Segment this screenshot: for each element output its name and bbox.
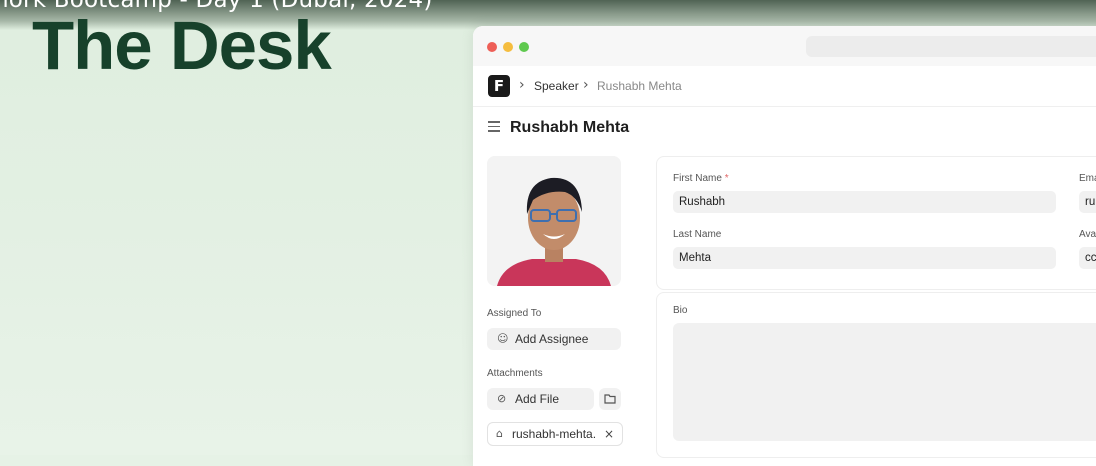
bio-label: Bio xyxy=(673,305,688,316)
app-logo[interactable]: F xyxy=(488,75,510,97)
maximize-window-button[interactable] xyxy=(519,42,529,52)
bio-section: Bio xyxy=(656,292,1096,458)
hamburger-menu-icon[interactable] xyxy=(488,121,500,132)
add-file-label: Add File xyxy=(515,392,560,406)
breadcrumb-speaker[interactable]: Speaker xyxy=(534,79,579,93)
avatar-label: Ava xyxy=(1079,229,1096,240)
minimize-window-button[interactable] xyxy=(503,42,513,52)
chevron-right-icon: › xyxy=(583,77,589,93)
avatar[interactable] xyxy=(487,156,621,286)
document-header: Rushabh Mehta xyxy=(473,112,1096,146)
url-bar[interactable] xyxy=(806,36,1096,57)
folder-icon xyxy=(604,394,616,404)
last-name-label: Last Name xyxy=(673,229,722,240)
page-title: Rushabh Mehta xyxy=(510,119,630,136)
email-label: Ema xyxy=(1079,173,1096,184)
add-assignee-button[interactable]: ☺ Add Assignee xyxy=(487,328,621,350)
add-assignee-label: Add Assignee xyxy=(515,332,589,346)
add-file-button[interactable]: ⊘ Add File xyxy=(487,388,594,410)
first-name-label: First Name * xyxy=(673,173,729,184)
attachments-label: Attachments xyxy=(487,368,543,379)
folder-button[interactable] xyxy=(599,388,621,410)
chevron-right-icon: › xyxy=(519,77,525,93)
window-chrome xyxy=(473,26,1096,66)
details-section: First Name * Rushabh Last Name Mehta Ema… xyxy=(656,156,1096,290)
app-window: F › Speaker › Rushabh Mehta Rushabh Meht… xyxy=(473,26,1096,466)
paperclip-icon: ⊘ xyxy=(497,392,507,405)
assigned-to-label: Assigned To xyxy=(487,308,542,319)
email-field[interactable]: ru xyxy=(1079,191,1096,213)
close-icon[interactable]: × xyxy=(604,423,614,445)
attachment-file-chip[interactable]: ⌂ rushabh-mehta. × xyxy=(487,422,623,446)
avatar-photo xyxy=(487,156,621,286)
slide-heading: The Desk xyxy=(32,7,332,84)
close-window-button[interactable] xyxy=(487,42,497,52)
breadcrumb: F › Speaker › Rushabh Mehta xyxy=(473,68,1096,107)
avatar-field[interactable]: cc xyxy=(1079,247,1096,269)
attachment-file-name: rushabh-mehta. xyxy=(512,427,597,441)
user-circle-icon: ☺ xyxy=(497,332,509,345)
first-name-field[interactable]: Rushabh xyxy=(673,191,1056,213)
bio-editor[interactable] xyxy=(673,323,1096,441)
last-name-field[interactable]: Mehta xyxy=(673,247,1056,269)
breadcrumb-current: Rushabh Mehta xyxy=(597,79,682,93)
lock-icon: ⌂ xyxy=(496,427,503,440)
